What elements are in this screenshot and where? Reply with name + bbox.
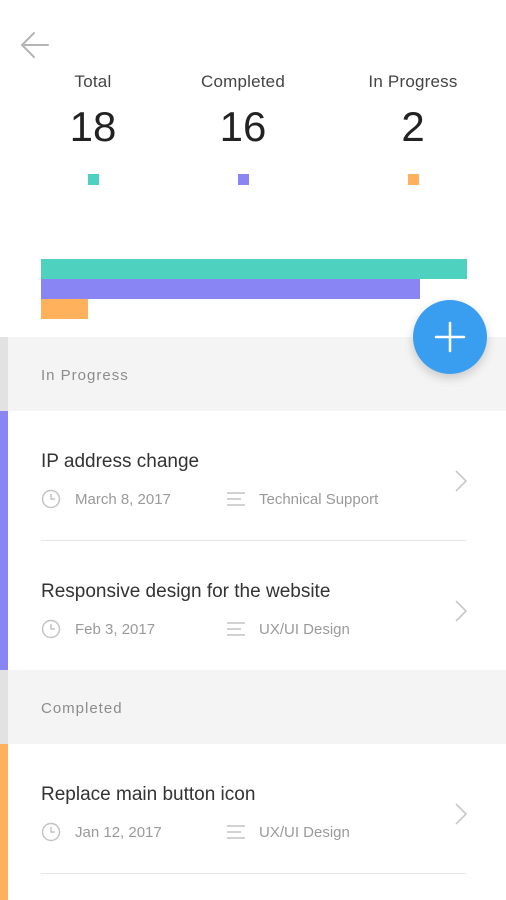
back-button[interactable]: [18, 28, 52, 62]
task-group-in-progress: IP address change March 8, 2017 Technica…: [0, 411, 506, 670]
stat-completed: Completed 16: [173, 72, 313, 185]
bar-in-progress: [41, 299, 88, 319]
lines-icon: [227, 492, 245, 506]
task-date: Jan 12, 2017: [75, 824, 162, 841]
task-group-completed: Replace main button icon Jan 12, 2017 UX…: [0, 744, 506, 900]
section-title: Completed: [41, 700, 123, 717]
divider: [41, 873, 466, 874]
stat-color-marker: [407, 174, 419, 185]
stat-label: In Progress: [368, 72, 458, 91]
plus-icon: [434, 321, 466, 353]
lines-icon: [227, 825, 245, 839]
task-row[interactable]: Replace main button icon Jan 12, 2017 UX…: [8, 744, 506, 874]
chevron-right-icon: [455, 803, 468, 825]
add-task-button[interactable]: [413, 300, 487, 374]
task-date: Feb 3, 2017: [75, 621, 156, 638]
section-edge: [0, 670, 8, 744]
stat-value: 16: [219, 103, 267, 150]
bar-total: [41, 259, 467, 279]
stat-label: Completed: [200, 72, 285, 91]
section-edge: [0, 337, 8, 411]
stat-color-marker: [237, 174, 249, 185]
task-meta: Jan 12, 2017 UX/UI Design: [41, 822, 441, 842]
task-meta: Feb 3, 2017 UX/UI Design: [41, 619, 441, 639]
task-category: UX/UI Design: [259, 621, 350, 638]
clock-icon: [41, 822, 61, 842]
task-category: Technical Support: [259, 491, 379, 508]
section-title: In Progress: [41, 367, 129, 384]
stat-label: Total: [74, 72, 112, 91]
chevron-right-icon: [455, 600, 468, 622]
clock-icon: [41, 489, 61, 509]
task-title: Responsive design for the website: [41, 581, 331, 602]
stat-total: Total 18: [23, 72, 163, 185]
task-title: Replace main button icon: [41, 784, 256, 805]
section-accent-bar: [0, 744, 8, 900]
stats-summary: Total 18 Completed 16 In Progress 2: [0, 72, 506, 202]
task-title: IP address change: [41, 451, 200, 472]
lines-icon: [227, 622, 245, 636]
task-meta: March 8, 2017 Technical Support: [41, 489, 441, 509]
stat-color-marker: [87, 174, 99, 185]
stat-value: 18: [69, 103, 117, 150]
arrow-left-icon: [21, 32, 49, 58]
section-accent-bar: [0, 411, 8, 670]
task-row[interactable]: IP address change March 8, 2017 Technica…: [8, 411, 506, 541]
task-date: March 8, 2017: [75, 491, 171, 508]
bar-completed: [41, 279, 420, 299]
stat-value: 2: [401, 103, 425, 150]
section-header-completed: Completed: [0, 670, 506, 744]
stat-in-progress: In Progress 2: [343, 72, 483, 185]
clock-icon: [41, 619, 61, 639]
task-row[interactable]: Responsive design for the website Feb 3,…: [8, 541, 506, 671]
chevron-right-icon: [455, 470, 468, 492]
progress-bars: [41, 259, 467, 319]
task-category: UX/UI Design: [259, 824, 350, 841]
